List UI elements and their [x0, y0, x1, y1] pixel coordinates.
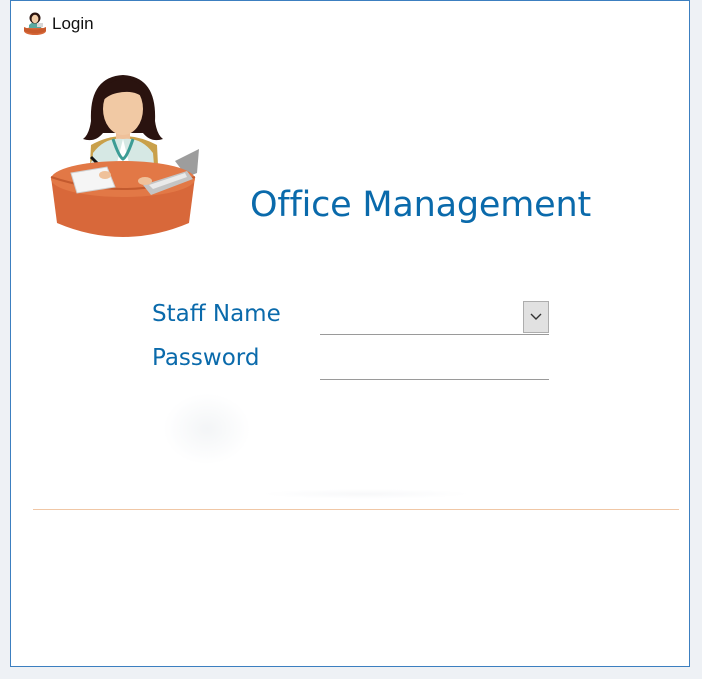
office-worker-icon [24, 12, 46, 35]
window-title: Login [52, 14, 94, 33]
password-input[interactable] [322, 351, 546, 375]
title-bar: Login [11, 1, 689, 45]
staff-name-combobox[interactable] [320, 299, 549, 335]
office-worker-illustration [50, 75, 199, 237]
staff-name-label: Staff Name [152, 301, 281, 327]
login-window: Login Office Management Staff Name Passw… [10, 0, 690, 667]
app-title: Office Management [250, 185, 591, 225]
password-field[interactable] [320, 344, 549, 380]
divider [33, 509, 679, 510]
chevron-down-icon [530, 313, 542, 320]
faint-shadow [261, 489, 471, 499]
staff-name-input[interactable] [322, 306, 522, 330]
staff-name-dropdown-button[interactable] [523, 301, 549, 333]
password-label: Password [152, 345, 260, 371]
faint-decoration [163, 393, 251, 465]
